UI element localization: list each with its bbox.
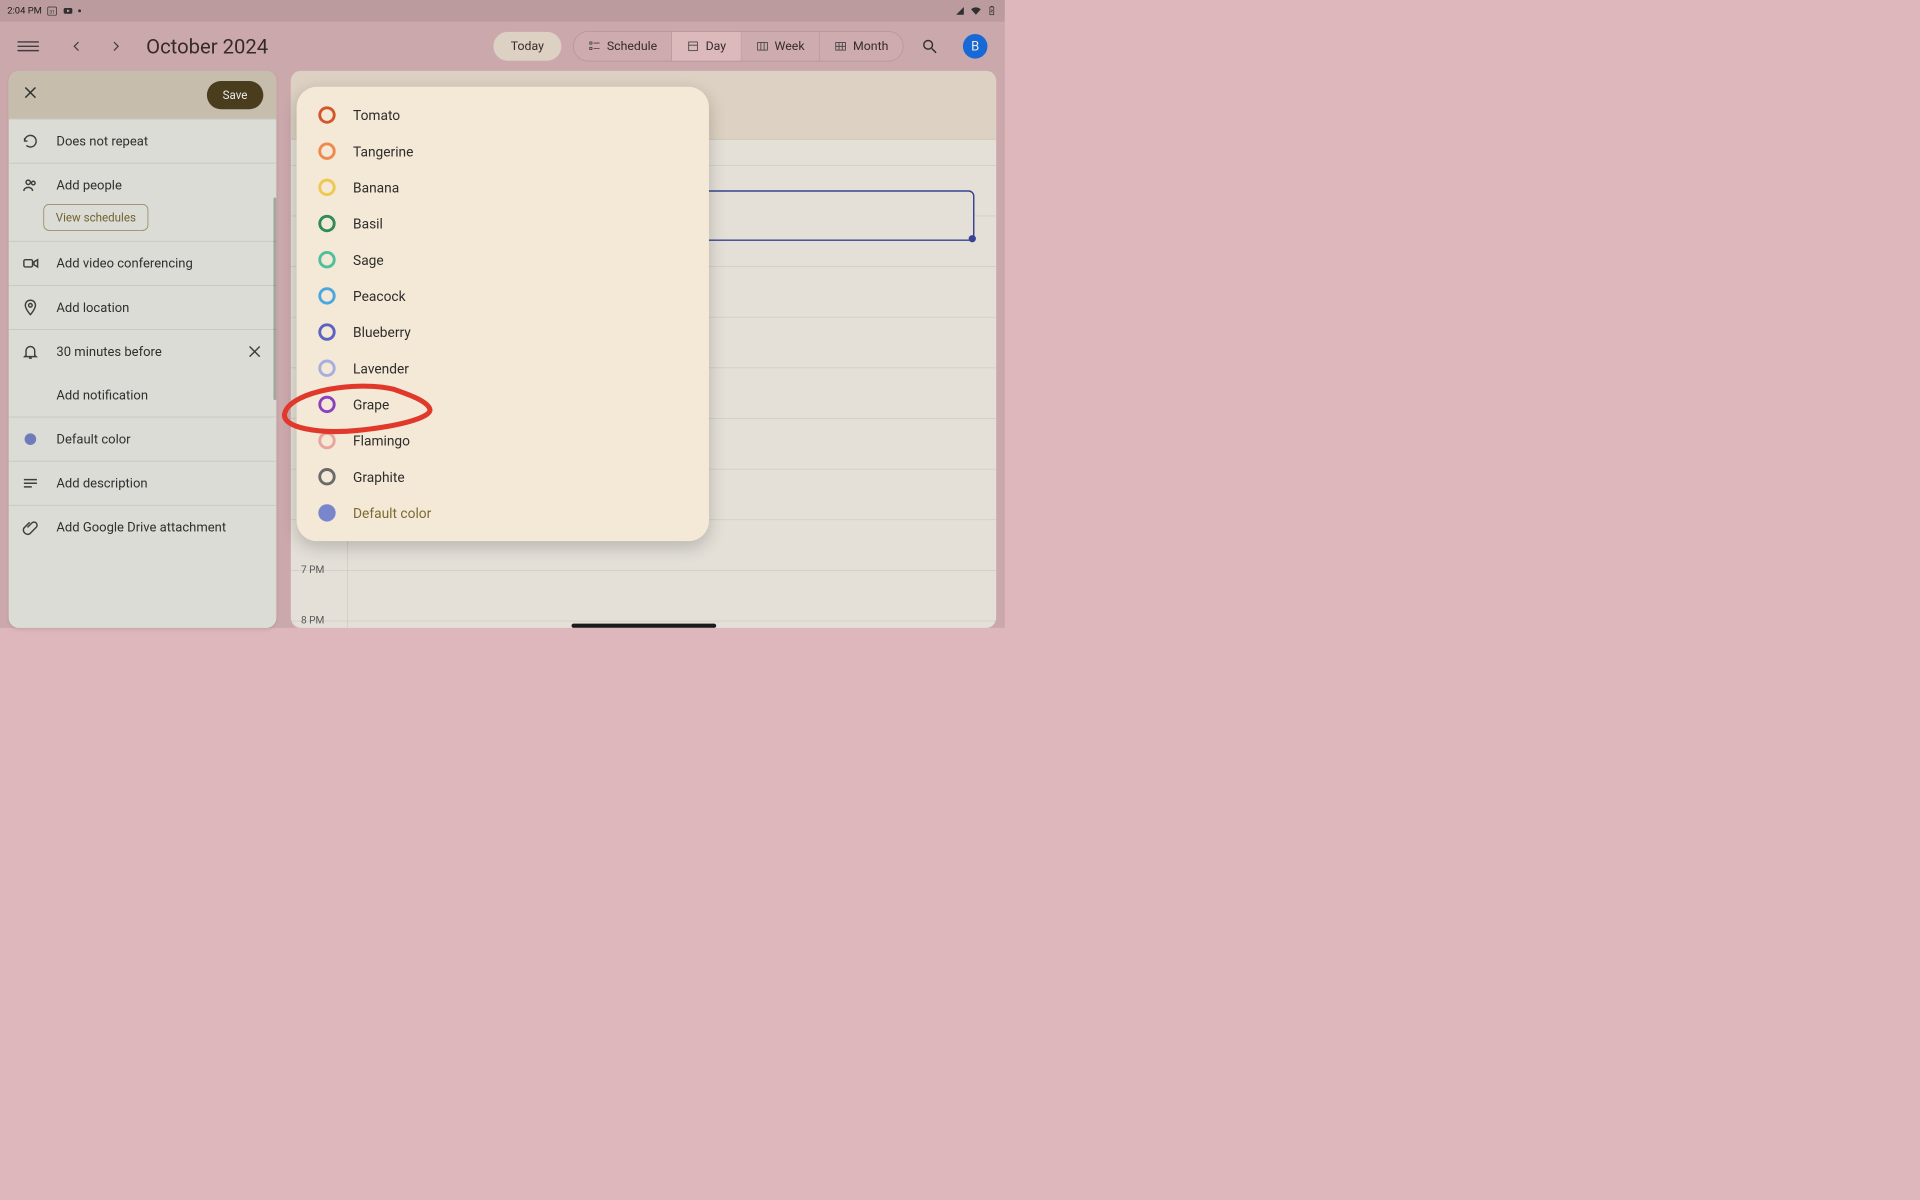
color-label: Blueberry [353,324,411,341]
color-option-banana[interactable]: Banana [297,169,709,205]
color-label: Default color [353,505,431,522]
color-label: Flamingo [353,432,410,449]
color-option-graphite[interactable]: Graphite [297,459,709,495]
color-label: Sage [353,251,384,268]
color-option-basil[interactable]: Basil [297,205,709,241]
color-label: Basil [353,215,383,232]
color-label: Tangerine [353,143,413,160]
color-option-flamingo[interactable]: Flamingo [297,422,709,458]
color-label: Grape [353,396,389,413]
color-option-blueberry[interactable]: Blueberry [297,314,709,350]
color-label: Banana [353,179,399,196]
color-option-tomato[interactable]: Tomato [297,97,709,133]
color-option-default[interactable]: Default color [297,495,709,531]
color-option-sage[interactable]: Sage [297,242,709,278]
color-option-peacock[interactable]: Peacock [297,278,709,314]
color-picker-popup: Tomato Tangerine Banana Basil Sage Peaco… [297,87,709,541]
color-label: Peacock [353,288,406,305]
color-option-tangerine[interactable]: Tangerine [297,133,709,169]
color-option-grape[interactable]: Grape [297,386,709,422]
color-label: Tomato [353,107,400,124]
color-option-lavender[interactable]: Lavender [297,350,709,386]
color-label: Lavender [353,360,409,377]
color-label: Graphite [353,468,405,485]
